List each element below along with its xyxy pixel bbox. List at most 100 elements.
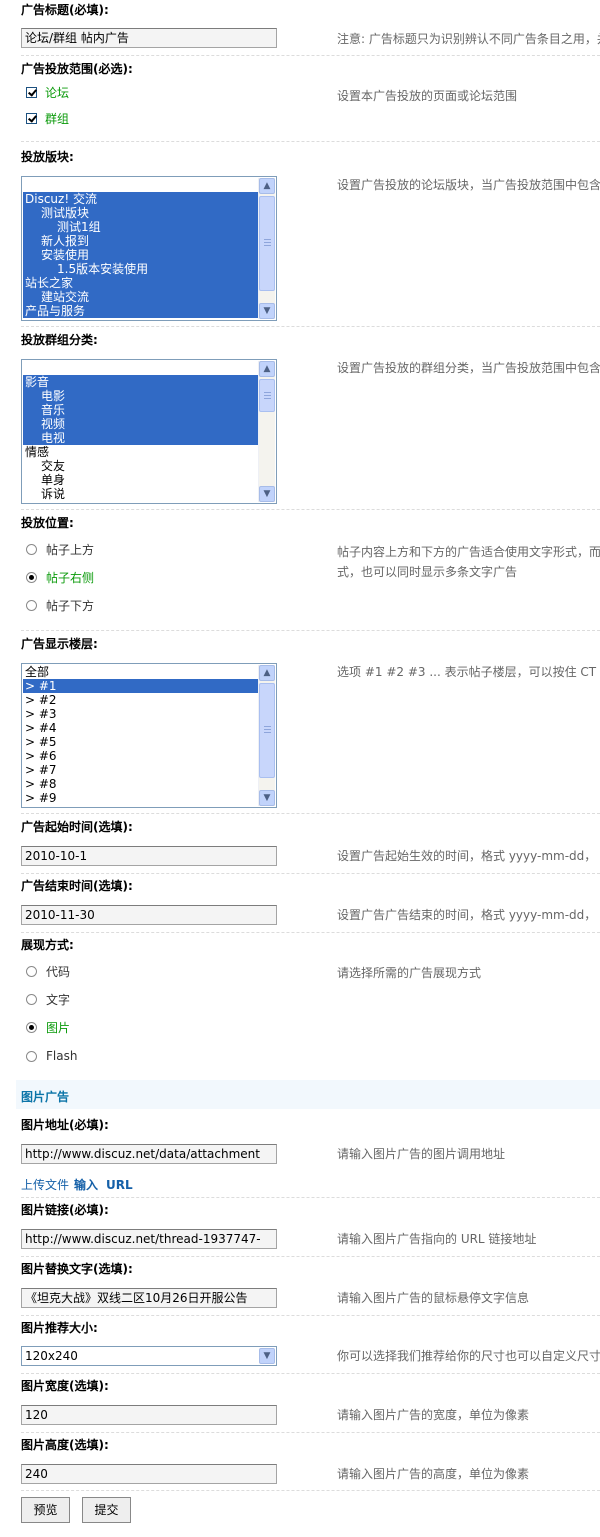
scroll-up-icon[interactable]: ▲: [259, 178, 275, 194]
list-item[interactable]: 测试1组: [23, 220, 258, 234]
list-item[interactable]: > #5: [23, 735, 258, 749]
list-item[interactable]: 产品与服务: [23, 304, 258, 318]
list-item[interactable]: 情感: [23, 445, 258, 459]
scroll-up-icon[interactable]: ▲: [259, 665, 275, 681]
list-item[interactable]: Discuz! 交流: [23, 192, 258, 206]
ad-title-label: 广告标题(必填):: [21, 3, 109, 17]
checkbox-checked-icon[interactable]: [26, 86, 37, 98]
scroll-down-icon[interactable]: ▼: [259, 486, 275, 502]
image-width-tip: 请输入图片广告的宽度，单位为像素: [337, 1408, 530, 1422]
divider: [21, 55, 600, 56]
scope-option-group[interactable]: 群组: [26, 110, 69, 126]
scrollbar[interactable]: ▲ ▼: [258, 361, 275, 502]
scroll-up-icon[interactable]: ▲: [259, 361, 275, 377]
image-link-tip: 请输入图片广告指向的 URL 链接地址: [337, 1232, 537, 1246]
list-item[interactable]: 测试版块: [23, 206, 258, 220]
scope-option-forum[interactable]: 论坛: [26, 84, 69, 100]
radio-icon[interactable]: [26, 965, 37, 977]
upload-file-link[interactable]: 上传文件: [21, 1178, 69, 1192]
image-alt-input[interactable]: 《坦克大战》双线二区10月26日开服公告: [21, 1288, 277, 1308]
ad-title-input[interactable]: 论坛/群组 帖内广告: [21, 28, 277, 48]
image-width-input[interactable]: 120: [21, 1405, 277, 1425]
chevron-down-icon[interactable]: ▼: [259, 1348, 275, 1364]
list-item[interactable]: > #8: [23, 777, 258, 791]
list-item[interactable]: > #3: [23, 707, 258, 721]
list-item[interactable]: 安装使用: [23, 248, 258, 262]
position-option-right[interactable]: 帖子右侧: [26, 569, 94, 585]
scroll-thumb[interactable]: [259, 683, 275, 778]
display-option-code[interactable]: 代码: [26, 963, 70, 979]
image-link-input[interactable]: http://www.discuz.net/thread-1937747-: [21, 1229, 277, 1249]
display-option-image[interactable]: 图片: [26, 1019, 70, 1035]
list-item[interactable]: 影音: [23, 375, 258, 389]
scope-label: 广告投放范围(必选):: [21, 62, 133, 76]
list-item[interactable]: 单身: [23, 473, 258, 487]
list-item[interactable]: 交友: [23, 459, 258, 473]
end-time-label: 广告结束时间(选填):: [21, 879, 133, 893]
list-item[interactable]: 电视: [23, 431, 258, 445]
groups-listbox[interactable]: 影音 电影 音乐 视频 电视 情感 交友 单身 诉说 ▲ ▼: [21, 359, 277, 504]
divider: [21, 141, 600, 142]
list-item[interactable]: > #2: [23, 693, 258, 707]
list-item[interactable]: 音乐: [23, 403, 258, 417]
image-size-value: 120x240: [25, 1349, 78, 1363]
list-item[interactable]: 新人报到: [23, 234, 258, 248]
list-item[interactable]: [23, 178, 258, 192]
position-option-bottom[interactable]: 帖子下方: [26, 597, 94, 613]
scroll-thumb[interactable]: [259, 379, 275, 412]
list-item[interactable]: > #9: [23, 791, 258, 805]
radio-selected-icon[interactable]: [26, 1021, 37, 1033]
list-item[interactable]: > #1: [23, 679, 258, 693]
position-option-top[interactable]: 帖子上方: [26, 541, 94, 557]
divider: [21, 630, 600, 631]
input-url-link-suffix[interactable]: URL: [106, 1178, 133, 1192]
scrollbar[interactable]: ▲ ▼: [258, 665, 275, 806]
divider: [21, 873, 600, 874]
floors-listbox[interactable]: 全部 > #1 > #2 > #3 > #4 > #5 > #6 > #7 > …: [21, 663, 277, 808]
position-tip-line2: 式，也可以同时显示多条文字广告: [337, 565, 518, 579]
list-item[interactable]: > #7: [23, 763, 258, 777]
preview-button[interactable]: 预览: [21, 1497, 70, 1523]
list-item[interactable]: 站长之家: [23, 276, 258, 290]
list-item[interactable]: [23, 361, 258, 375]
input-url-link[interactable]: 输入: [74, 1178, 98, 1192]
radio-icon[interactable]: [26, 599, 37, 611]
radio-label: 帖子下方: [46, 598, 95, 613]
list-item[interactable]: 诉说: [23, 487, 258, 501]
upload-links: 上传文件 输入 URL: [21, 1176, 133, 1193]
forums-label: 投放版块:: [21, 150, 74, 164]
scroll-down-icon[interactable]: ▼: [259, 790, 275, 806]
radio-icon[interactable]: [26, 1050, 37, 1062]
scope-tip: 设置本广告投放的页面或论坛范围: [337, 89, 518, 103]
position-tip-line1: 帖子内容上方和下方的广告适合使用文字形式，而: [337, 545, 600, 559]
image-height-input[interactable]: 240: [21, 1464, 277, 1484]
radio-label: 代码: [46, 964, 71, 979]
display-option-flash[interactable]: Flash: [26, 1048, 77, 1064]
list-item[interactable]: 1.5版本安装使用: [23, 262, 258, 276]
list-item[interactable]: 全部: [23, 665, 258, 679]
radio-selected-icon[interactable]: [26, 571, 37, 583]
forums-listbox[interactable]: Discuz! 交流 测试版块 测试1组 新人报到 安装使用 1.5版本安装使用…: [21, 176, 277, 321]
image-url-tip: 请输入图片广告的图片调用地址: [337, 1147, 506, 1161]
end-time-input[interactable]: 2010-11-30: [21, 905, 277, 925]
list-item[interactable]: 视频: [23, 417, 258, 431]
list-item[interactable]: > #6: [23, 749, 258, 763]
image-size-select[interactable]: 120x240 ▼: [21, 1346, 277, 1366]
scroll-thumb[interactable]: [259, 196, 275, 291]
radio-icon[interactable]: [26, 993, 37, 1005]
list-item[interactable]: 建站交流: [23, 290, 258, 304]
scroll-down-icon[interactable]: ▼: [259, 303, 275, 319]
scrollbar[interactable]: ▲ ▼: [258, 178, 275, 319]
groups-label: 投放群组分类:: [21, 333, 98, 347]
list-item[interactable]: > #4: [23, 721, 258, 735]
image-height-label: 图片高度(选填):: [21, 1438, 109, 1452]
divider: [21, 1315, 600, 1316]
radio-icon[interactable]: [26, 543, 37, 555]
display-option-text[interactable]: 文字: [26, 991, 70, 1007]
start-time-input[interactable]: 2010-10-1: [21, 846, 277, 866]
image-url-input[interactable]: http://www.discuz.net/data/attachment: [21, 1144, 277, 1164]
submit-button[interactable]: 提交: [82, 1497, 131, 1523]
divider: [21, 1432, 600, 1433]
list-item[interactable]: 电影: [23, 389, 258, 403]
checkbox-checked-icon[interactable]: [26, 112, 37, 124]
